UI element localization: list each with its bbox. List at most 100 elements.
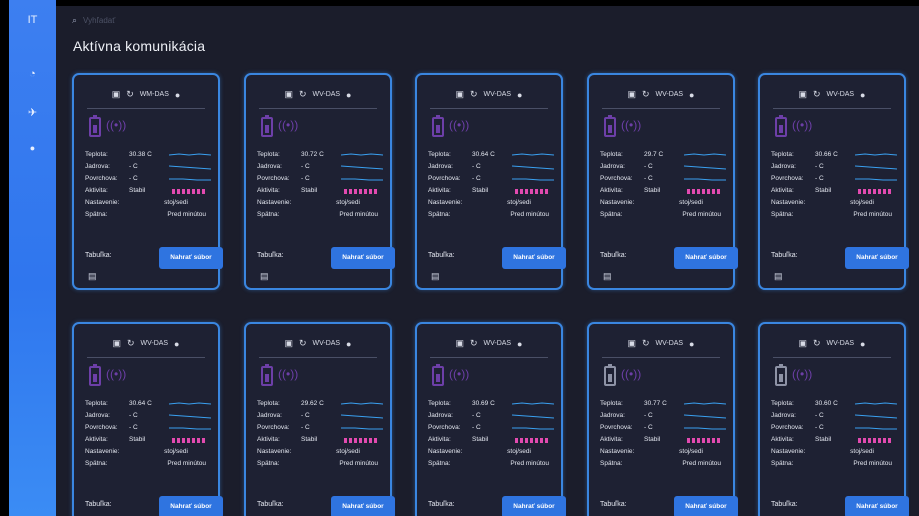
refresh-icon[interactable]: ↻ <box>642 89 650 100</box>
info-icon[interactable]: ● <box>174 339 179 349</box>
folder-icon[interactable]: ▤ <box>260 271 269 282</box>
core-sparkline <box>341 165 383 170</box>
info-icon[interactable]: ● <box>517 339 522 349</box>
table-row: Tabuľka: Nahrať súbor <box>771 496 909 516</box>
chart-icon[interactable]: ◔ <box>9 68 56 80</box>
refresh-icon[interactable]: ↻ <box>813 338 821 349</box>
info-icon[interactable]: ● <box>346 90 351 100</box>
upload-file-button[interactable]: Nahrať súbor <box>674 496 738 516</box>
upload-file-button[interactable]: Nahrať súbor <box>331 496 395 516</box>
activity-row: Aktivita: Stabil <box>600 186 723 198</box>
divider <box>87 108 205 109</box>
sidebar: IT ◔ ✈ ● <box>9 0 56 516</box>
folder-icon[interactable]: ▤ <box>603 271 612 282</box>
temperature-row: Teplota: 29.7 C <box>600 150 726 162</box>
device-card[interactable]: ▣ ↻ WV-DAS ● ((•)) Teplota: 30.77 C Jadro… <box>587 322 738 516</box>
activity-row: Aktivita: Stabil <box>85 435 208 447</box>
activity-dots <box>344 438 378 443</box>
refresh-icon[interactable]: ↻ <box>642 338 650 349</box>
activity-dots <box>515 189 549 194</box>
info-icon[interactable]: ● <box>689 339 694 349</box>
folder-icon[interactable]: ▤ <box>88 271 97 282</box>
surface-row: Povrchova: - C <box>257 423 383 435</box>
info-icon[interactable]: ● <box>860 339 865 349</box>
upload-file-button[interactable]: Nahrať súbor <box>159 496 223 516</box>
device-card[interactable]: ▣ ↻ WV-DAS ● ((•)) Teplota: 30.60 C Jadro… <box>758 322 909 516</box>
refresh-icon[interactable]: ↻ <box>470 338 478 349</box>
surface-sparkline <box>341 178 383 181</box>
device-status: ((•)) <box>258 115 328 139</box>
setting-row: Nastavenie: stoj/sedi <box>600 448 703 455</box>
search-icon: ⌕ <box>72 15 78 25</box>
device-card[interactable]: ▣ ↻ WV-DAS ● ((•)) Teplota: 30.64 C Jadro… <box>415 73 566 290</box>
device-card[interactable]: ▣ ↻ WV-DAS ● ((•)) Teplota: 30.64 C Jadro… <box>72 322 223 516</box>
info-icon[interactable]: ● <box>860 90 865 100</box>
info-icon[interactable]: ● <box>175 90 180 100</box>
upload-file-button[interactable]: Nahrať súbor <box>674 247 738 269</box>
microphone-icon[interactable]: ● <box>9 143 56 153</box>
signal-icon: ((•)) <box>621 367 642 381</box>
upload-file-button[interactable]: Nahrať súbor <box>159 247 223 269</box>
info-icon[interactable]: ● <box>346 339 351 349</box>
device-card[interactable]: ▣ ↻ WV-DAS ● ((•)) Teplota: 29.62 C Jadro… <box>244 322 395 516</box>
core-sparkline <box>169 165 211 170</box>
device-card[interactable]: ▣ ↻ WV-DAS ● ((•)) Teplota: 30.72 C Jadro… <box>244 73 395 290</box>
battery-icon <box>261 364 273 386</box>
device-card[interactable]: ▣ ↻ WV-DAS ● ((•)) Teplota: 29.7 C Jadrov… <box>587 73 738 290</box>
surface-row: Povrchova: - C <box>771 174 897 186</box>
upload-file-button[interactable]: Nahrať súbor <box>502 496 566 516</box>
activity-row: Aktivita: Stabil <box>428 435 551 447</box>
activity-dots <box>687 189 721 194</box>
device-icon[interactable]: ▣ <box>285 338 294 349</box>
search-bar[interactable]: ⌕ Vyhľadať <box>72 15 115 26</box>
refresh-icon[interactable]: ↻ <box>813 89 821 100</box>
divider <box>602 357 720 358</box>
upload-file-button[interactable]: Nahrať súbor <box>845 247 909 269</box>
surface-sparkline <box>684 427 726 430</box>
feedback-row: Spätna: Pred minútou <box>428 211 549 218</box>
info-icon[interactable]: ● <box>689 90 694 100</box>
card-header: ▣ ↻ WV-DAS ● <box>417 89 561 103</box>
temperature-sparkline <box>169 153 211 156</box>
upload-file-button[interactable]: Nahrať súbor <box>845 496 909 516</box>
search-input[interactable]: Vyhľadať <box>83 16 115 25</box>
device-icon[interactable]: ▣ <box>285 89 294 100</box>
device-icon[interactable]: ▣ <box>799 338 808 349</box>
device-icon[interactable]: ▣ <box>628 89 637 100</box>
folder-icon[interactable]: ▤ <box>431 271 440 282</box>
surface-row: Povrchova: - C <box>257 174 383 186</box>
core-sparkline <box>855 165 897 170</box>
refresh-icon[interactable]: ↻ <box>470 89 478 100</box>
activity-row: Aktivita: Stabil <box>600 435 723 447</box>
upload-file-button[interactable]: Nahrať súbor <box>331 247 395 269</box>
device-card[interactable]: ▣ ↻ WV-DAS ● ((•)) Teplota: 30.66 C Jadro… <box>758 73 909 290</box>
device-card[interactable]: ▣ ↻ WM-DAS ● ((•)) Teplota: 30.38 C Jadro… <box>72 73 223 290</box>
table-row: Tabuľka: Nahrať súbor <box>85 496 223 516</box>
info-icon[interactable]: ● <box>517 90 522 100</box>
device-id: WV-DAS <box>312 340 341 347</box>
device-icon[interactable]: ▣ <box>628 338 637 349</box>
core-row: Jadrova: - C <box>600 411 726 423</box>
refresh-icon[interactable]: ↻ <box>299 89 307 100</box>
device-id: WV-DAS <box>655 91 684 98</box>
card-header: ▣ ↻ WV-DAS ● <box>246 338 390 352</box>
upload-file-button[interactable]: Nahrať súbor <box>502 247 566 269</box>
device-icon[interactable]: ▣ <box>456 338 465 349</box>
device-icon[interactable]: ▣ <box>112 89 121 100</box>
battery-icon <box>432 115 444 137</box>
temperature-sparkline <box>684 153 726 156</box>
refresh-icon[interactable]: ↻ <box>127 338 135 349</box>
device-card[interactable]: ▣ ↻ WV-DAS ● ((•)) Teplota: 30.69 C Jadro… <box>415 322 566 516</box>
surface-row: Povrchova: - C <box>600 423 726 435</box>
app-logo[interactable]: IT <box>9 14 56 26</box>
device-status: ((•)) <box>601 115 671 139</box>
refresh-icon[interactable]: ↻ <box>126 89 134 100</box>
device-icon[interactable]: ▣ <box>113 338 122 349</box>
device-status: ((•)) <box>429 115 499 139</box>
refresh-icon[interactable]: ↻ <box>299 338 307 349</box>
device-icon[interactable]: ▣ <box>456 89 465 100</box>
folder-icon[interactable]: ▤ <box>774 271 783 282</box>
device-icon[interactable]: ▣ <box>799 89 808 100</box>
plane-icon[interactable]: ✈ <box>9 106 56 119</box>
page-title: Aktívna komunikácia <box>73 38 206 54</box>
